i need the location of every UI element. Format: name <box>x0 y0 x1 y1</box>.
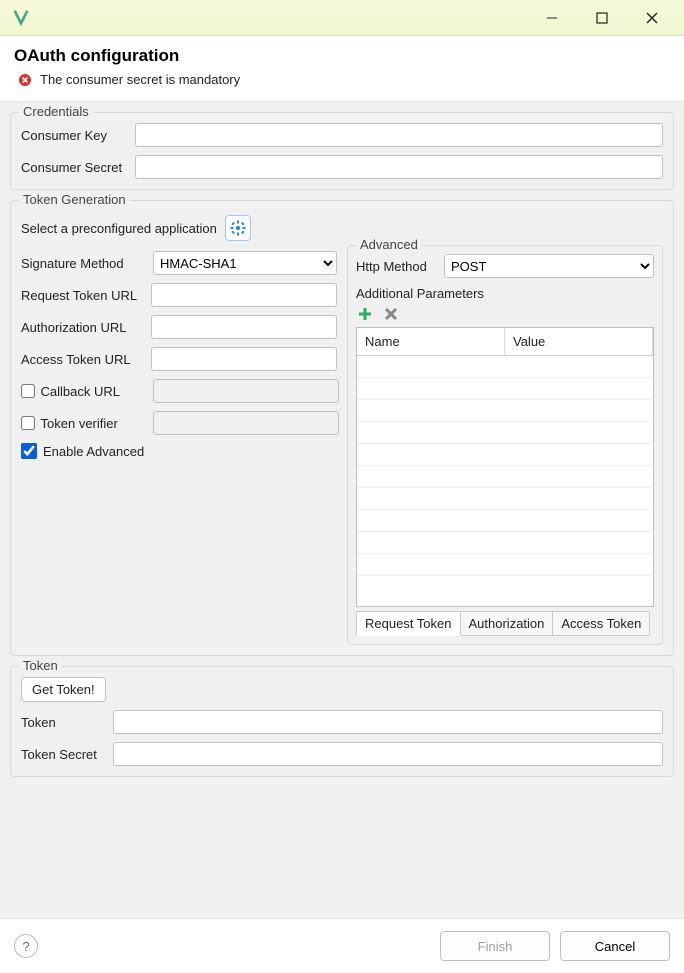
help-icon: ? <box>22 939 29 954</box>
table-row[interactable] <box>357 400 653 422</box>
add-param-button[interactable] <box>356 305 374 323</box>
token-label: Token <box>21 715 107 730</box>
params-col-name: Name <box>357 328 505 355</box>
close-button[interactable] <box>632 4 672 32</box>
authorization-url-label: Authorization URL <box>21 320 145 335</box>
table-row[interactable] <box>357 466 653 488</box>
token-generation-group: Token Generation Select a preconfigured … <box>10 200 674 656</box>
table-row[interactable] <box>357 444 653 466</box>
dialog-footer: ? Finish Cancel <box>0 919 684 973</box>
credentials-group: Credentials Consumer Key Consumer Secret <box>10 112 674 190</box>
finish-button: Finish <box>440 931 550 961</box>
token-legend: Token <box>19 658 62 673</box>
advanced-legend: Advanced <box>356 237 422 252</box>
token-group: Token Get Token! Token Token Secret <box>10 666 674 777</box>
token-verifier-label: Token verifier <box>41 416 147 431</box>
token-input[interactable] <box>113 710 663 734</box>
callback-url-label: Callback URL <box>41 384 147 399</box>
table-row[interactable] <box>357 532 653 554</box>
consumer-secret-input[interactable] <box>135 155 663 179</box>
token-verifier-checkbox[interactable] <box>21 415 35 431</box>
table-row[interactable] <box>357 488 653 510</box>
additional-params-label: Additional Parameters <box>356 286 654 301</box>
table-row[interactable] <box>357 510 653 532</box>
advanced-group: Advanced Http Method POST Additional Par… <box>347 245 663 645</box>
table-row[interactable] <box>357 356 653 378</box>
table-row[interactable] <box>357 576 653 606</box>
help-button[interactable]: ? <box>14 934 38 958</box>
http-method-select[interactable]: POST <box>444 254 654 278</box>
enable-advanced-checkbox[interactable] <box>21 443 37 459</box>
params-col-value: Value <box>505 328 653 355</box>
error-icon <box>18 73 32 87</box>
tab-access-token[interactable]: Access Token <box>553 611 650 636</box>
credentials-legend: Credentials <box>19 104 93 119</box>
get-token-button[interactable]: Get Token! <box>21 677 106 702</box>
plus-icon <box>358 307 372 321</box>
consumer-key-label: Consumer Key <box>21 128 129 143</box>
table-row[interactable] <box>357 378 653 400</box>
table-row[interactable] <box>357 554 653 576</box>
request-token-url-label: Request Token URL <box>21 288 145 303</box>
titlebar <box>0 0 684 36</box>
table-row[interactable] <box>357 422 653 444</box>
maximize-button[interactable] <box>582 4 622 32</box>
token-generation-legend: Token Generation <box>19 192 130 207</box>
http-method-label: Http Method <box>356 259 438 274</box>
cancel-button[interactable]: Cancel <box>560 931 670 961</box>
remove-param-button[interactable] <box>382 305 400 323</box>
preconfigured-label: Select a preconfigured application <box>21 221 217 236</box>
token-secret-label: Token Secret <box>21 747 107 762</box>
app-logo-icon <box>12 9 30 27</box>
access-token-url-input[interactable] <box>151 347 337 371</box>
token-secret-input[interactable] <box>113 742 663 766</box>
dialog-header: OAuth configuration The consumer secret … <box>0 36 684 101</box>
tab-authorization[interactable]: Authorization <box>461 611 554 636</box>
error-message: The consumer secret is mandatory <box>40 72 240 87</box>
preconfigured-gear-button[interactable] <box>225 215 251 241</box>
page-title: OAuth configuration <box>14 46 670 66</box>
consumer-key-input[interactable] <box>135 123 663 147</box>
signature-method-label: Signature Method <box>21 256 147 271</box>
minimize-button[interactable] <box>532 4 572 32</box>
enable-advanced-label: Enable Advanced <box>43 444 169 459</box>
remove-icon <box>384 307 398 321</box>
params-table[interactable]: Name Value <box>356 327 654 607</box>
access-token-url-label: Access Token URL <box>21 352 145 367</box>
request-token-url-input[interactable] <box>151 283 337 307</box>
consumer-secret-label: Consumer Secret <box>21 160 129 175</box>
callback-url-input <box>153 379 339 403</box>
gear-icon <box>230 220 246 236</box>
signature-method-select[interactable]: HMAC-SHA1 <box>153 251 337 275</box>
callback-url-checkbox[interactable] <box>21 383 35 399</box>
tab-request-token[interactable]: Request Token <box>357 611 461 636</box>
authorization-url-input[interactable] <box>151 315 337 339</box>
token-verifier-input <box>153 411 339 435</box>
